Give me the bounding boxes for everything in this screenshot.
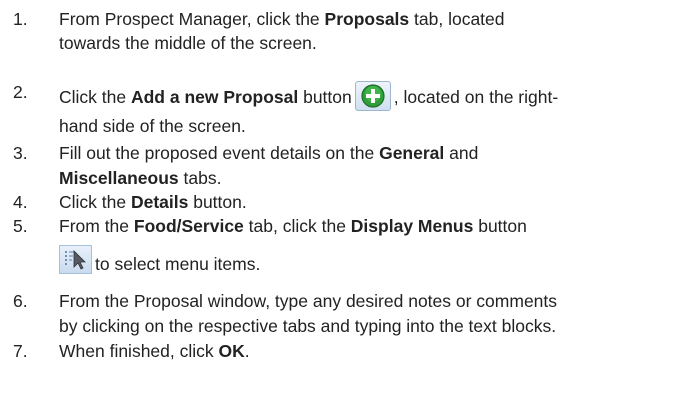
step-text: to select menu items. (95, 254, 261, 274)
step-number: 2. (13, 82, 28, 102)
step-text: Click the Details button. (59, 192, 247, 212)
miscellaneous-tab-label: Miscellaneous (59, 168, 179, 188)
step-text: From the Food/Service tab, click the Dis… (59, 216, 527, 236)
step-number: 7. (13, 341, 28, 361)
step-text: When finished, click OK. (59, 341, 250, 361)
display-menus-label: Display Menus (350, 216, 474, 236)
proposals-tab-label: Proposals (324, 9, 410, 29)
details-button-label: Details (130, 192, 189, 212)
display-menus-cursor-icon (59, 245, 92, 274)
step-text: Fill out the proposed event details on t… (59, 143, 479, 188)
step-text: Click the Add a new Proposal button, loc… (59, 81, 685, 137)
general-tab-label: General (379, 143, 445, 163)
step-number: 4. (13, 192, 28, 212)
step-number: 1. (13, 9, 28, 29)
step-number: 5. (13, 216, 28, 236)
add-green-plus-icon (354, 81, 391, 111)
add-proposal-label: Add a new Proposal (130, 87, 299, 107)
step-text: From Prospect Manager, click the Proposa… (59, 9, 505, 53)
step-number: 6. (13, 291, 28, 311)
ok-button-label: OK (218, 341, 245, 361)
step-text: From the Proposal window, type any desir… (59, 291, 558, 336)
food-service-tab-label: Food/Service (133, 216, 244, 236)
step-number: 3. (13, 143, 28, 163)
